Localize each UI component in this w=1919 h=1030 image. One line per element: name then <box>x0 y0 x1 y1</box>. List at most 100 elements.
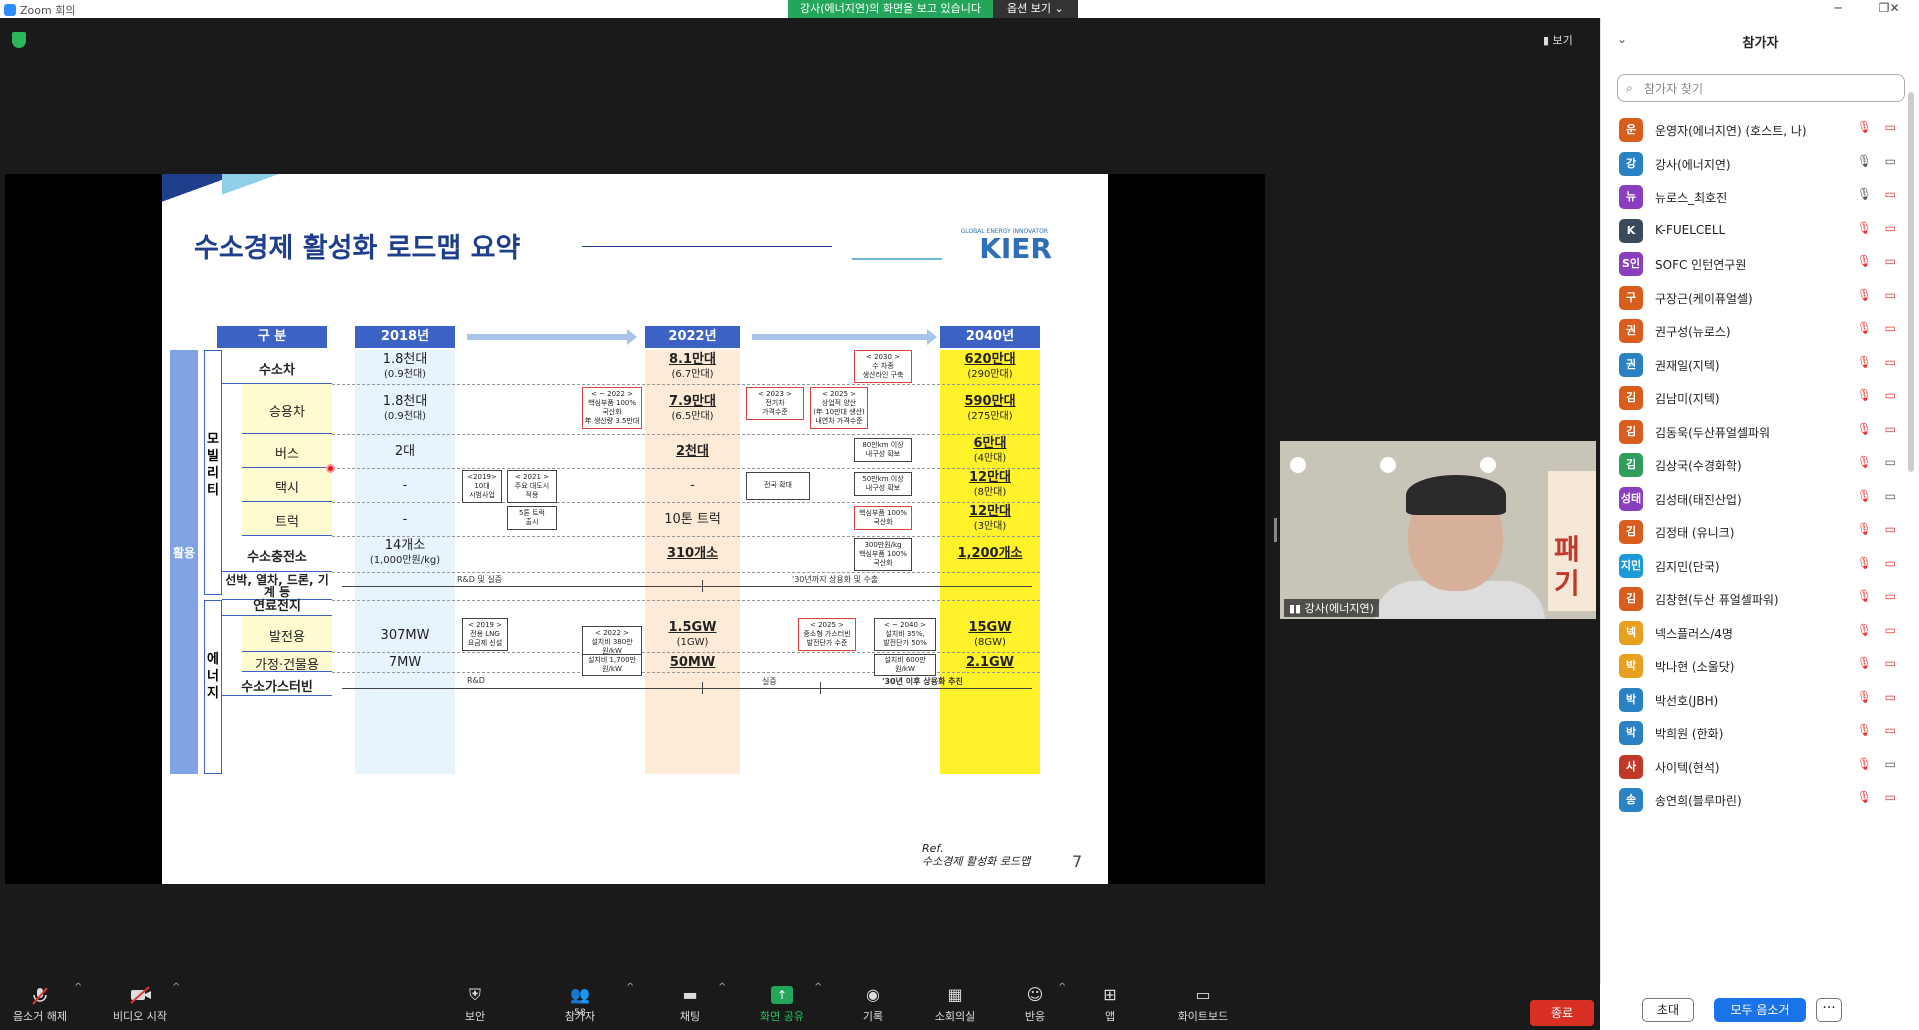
close-window-button[interactable]: ✕ <box>1870 0 1919 18</box>
zoom-logo-icon <box>4 4 16 16</box>
avatar: 박 <box>1619 654 1643 678</box>
cell-value: 14개소 <box>384 538 426 553</box>
row-divider <box>332 502 1040 503</box>
whiteboard-label: 화이트보드 <box>1177 1010 1229 1023</box>
avatar: 김 <box>1619 520 1643 544</box>
note-truck-5t: 5톤 트럭 출시 <box>507 506 557 530</box>
note-station-cost: 300만원/kg 핵심부품 100% 국산화 <box>854 538 912 571</box>
turbine-rd-label: R&D <box>467 676 485 685</box>
cell-power-2018: 307MW <box>355 628 455 643</box>
chat-bubble-icon: ▬ <box>682 985 698 1004</box>
cell-value: 10톤 트럭 <box>664 512 721 527</box>
breakout-rooms-button[interactable]: ▦ 소회의실 <box>920 978 990 1024</box>
minimize-button[interactable]: ─ <box>1815 0 1861 18</box>
note-2030: < 2030 > 수 차종 생산라인 구축 <box>854 350 912 383</box>
avatar: 성태 <box>1619 486 1643 511</box>
audio-options-caret[interactable]: ^ <box>74 982 82 993</box>
cell-sub: (6.5만대) <box>671 411 714 422</box>
chat-caret[interactable]: ^ <box>718 982 726 993</box>
note-2025: < 2025 > 상업적 양산 (年 10만대 생산) 내연차 가격수준 <box>810 387 868 429</box>
participant-name: 김창현(두산 퓨얼셀파워) <box>1655 593 1779 607</box>
row-label-bus: 버스 <box>242 434 332 468</box>
camera-off-icon: ▭ <box>1884 120 1896 134</box>
slide-reference: Ref. 수소경제 활성화 로드맵 <box>922 842 1030 868</box>
row-divider <box>332 536 1040 537</box>
row-label-ship: 선박, 열차, 드론, 기계 등 <box>222 572 332 600</box>
participant-name: 김남미(지텍) <box>1655 392 1720 406</box>
cell-value: 590만대 <box>964 394 1016 409</box>
note-power-2040: < ~ 2040 > 설치비 35%, 발전단가 50% <box>874 618 936 651</box>
apps-button[interactable]: ⊞ 앱 <box>1075 978 1145 1024</box>
reactions-caret[interactable]: ^ <box>1058 982 1066 993</box>
participants-button[interactable]: 👥58 참가자 <box>545 978 615 1024</box>
avatar: 뉴 <box>1619 185 1643 209</box>
chat-button[interactable]: ▬ 채팅 <box>655 978 725 1024</box>
avatar: 강 <box>1619 151 1643 176</box>
shield-icon: ⛨ <box>468 985 481 1004</box>
note-taxi-durability: 50만km 이상 내구성 확보 <box>854 472 912 496</box>
mic-muted-icon: 🎙 <box>1856 790 1872 804</box>
avatar: S인 <box>1619 252 1643 276</box>
share-caret[interactable]: ^ <box>814 982 822 993</box>
whiteboard-button[interactable]: ▭ 화이트보드 <box>1168 978 1238 1024</box>
camera-off-icon: ▭ <box>1884 522 1896 536</box>
unmute-button[interactable]: 음소거 해제 <box>5 978 75 1024</box>
cell-sub: (1,000만원/kg) <box>369 555 441 566</box>
end-meeting-button[interactable]: 종료 <box>1530 1000 1594 1026</box>
camera-off-icon: ▭ <box>1884 321 1896 335</box>
security-button[interactable]: ⛨ 보안 <box>440 978 510 1024</box>
encryption-shield-icon[interactable] <box>12 32 26 48</box>
record-button[interactable]: ◉ 기록 <box>838 978 908 1024</box>
slide-page-number: 7 <box>1072 852 1083 871</box>
avatar: 김 <box>1619 453 1643 477</box>
camera-off-icon: ▭ <box>1884 220 1896 235</box>
reactions-label: 반응 <box>1024 1010 1046 1023</box>
panel-title: 참가자 <box>1742 36 1779 51</box>
row-label-station: 수소충전소 <box>222 536 332 572</box>
participants-caret[interactable]: ^ <box>626 982 634 993</box>
participant-search-input[interactable]: ⌕ 참가자 찾기 <box>1617 74 1905 102</box>
share-screen-button[interactable]: ↑ 화면 공유 <box>747 978 817 1024</box>
cell-sub: (8만대) <box>973 487 1007 498</box>
start-video-button[interactable]: 비디오 시작 <box>105 978 175 1024</box>
participant-name: 넥스플러스/4명 <box>1655 626 1733 641</box>
apps-label: 앱 <box>1104 1010 1116 1023</box>
participant-list: 운 운영자(에너지연) (호스트, 나) 🎙 ▭ 강 강사(에너지연) 🎙 ▭ 뉴 뉴로스_최호진… <box>1601 110 1906 990</box>
cell-value: 2.1GW <box>965 655 1015 670</box>
avatar: 박 <box>1619 687 1643 712</box>
invite-button[interactable]: 초대 <box>1642 998 1694 1022</box>
participant-list-scrollbar[interactable] <box>1908 92 1914 472</box>
camera-off-icon: ▭ <box>1884 656 1896 670</box>
cell-value: 6만대 <box>973 436 1007 451</box>
view-button[interactable]: ▮ 보기 <box>1543 32 1573 48</box>
cell-station-2040: 1,200개소 <box>940 546 1040 561</box>
cell-fcev-2018: 1.8천대 (0.9천대) <box>355 352 455 382</box>
banner-text: 패기 <box>1554 533 1580 600</box>
cell-truck-2040: 12만대 (3만대) <box>940 504 1040 534</box>
avatar: 김 <box>1619 419 1643 444</box>
row-divider <box>332 652 1040 653</box>
note-gas-2025: < 2025 > 중소형 가스터빈 발전단가 수준 <box>798 618 856 651</box>
view-options-button[interactable]: 옵션 보기 ⌄ <box>993 0 1078 18</box>
mute-all-button[interactable]: 모두 음소거 <box>1714 998 1806 1022</box>
share-label: 화면 공유 <box>760 1010 804 1023</box>
cell-bus-2040: 6만대 (4만대) <box>940 436 1040 466</box>
timeline-arrow <box>752 329 937 345</box>
category-use: 활용 <box>170 350 198 774</box>
ship-rd-label: R&D 및 실증 <box>457 575 503 584</box>
cell-value: 15GW <box>968 620 1012 635</box>
cell-value: - <box>690 478 695 493</box>
title-underline <box>582 246 832 247</box>
mic-muted-icon: 🎙 <box>1856 153 1872 168</box>
kier-logo: GLOBAL ENERGY INNOVATOR KIER <box>852 226 1062 266</box>
more-options-button[interactable]: ··· <box>1816 998 1842 1022</box>
participant-row[interactable]: 송 송연희(블루마린) 🎙 ▭ <box>1601 780 1906 820</box>
turbine-comm-label: '30년 이후 상용화 추진 <box>882 677 963 686</box>
record-icon: ◉ <box>866 985 880 1004</box>
breakout-label: 소회의실 <box>934 1010 976 1023</box>
speaker-video-tile[interactable]: 패기 ▮▮ 강사(에너지연) <box>1280 441 1596 619</box>
cell-taxi-2018: - <box>355 478 455 493</box>
video-options-caret[interactable]: ^ <box>172 982 180 993</box>
video-resize-handle[interactable] <box>1274 518 1277 542</box>
cell-value: 307MW <box>380 628 430 643</box>
